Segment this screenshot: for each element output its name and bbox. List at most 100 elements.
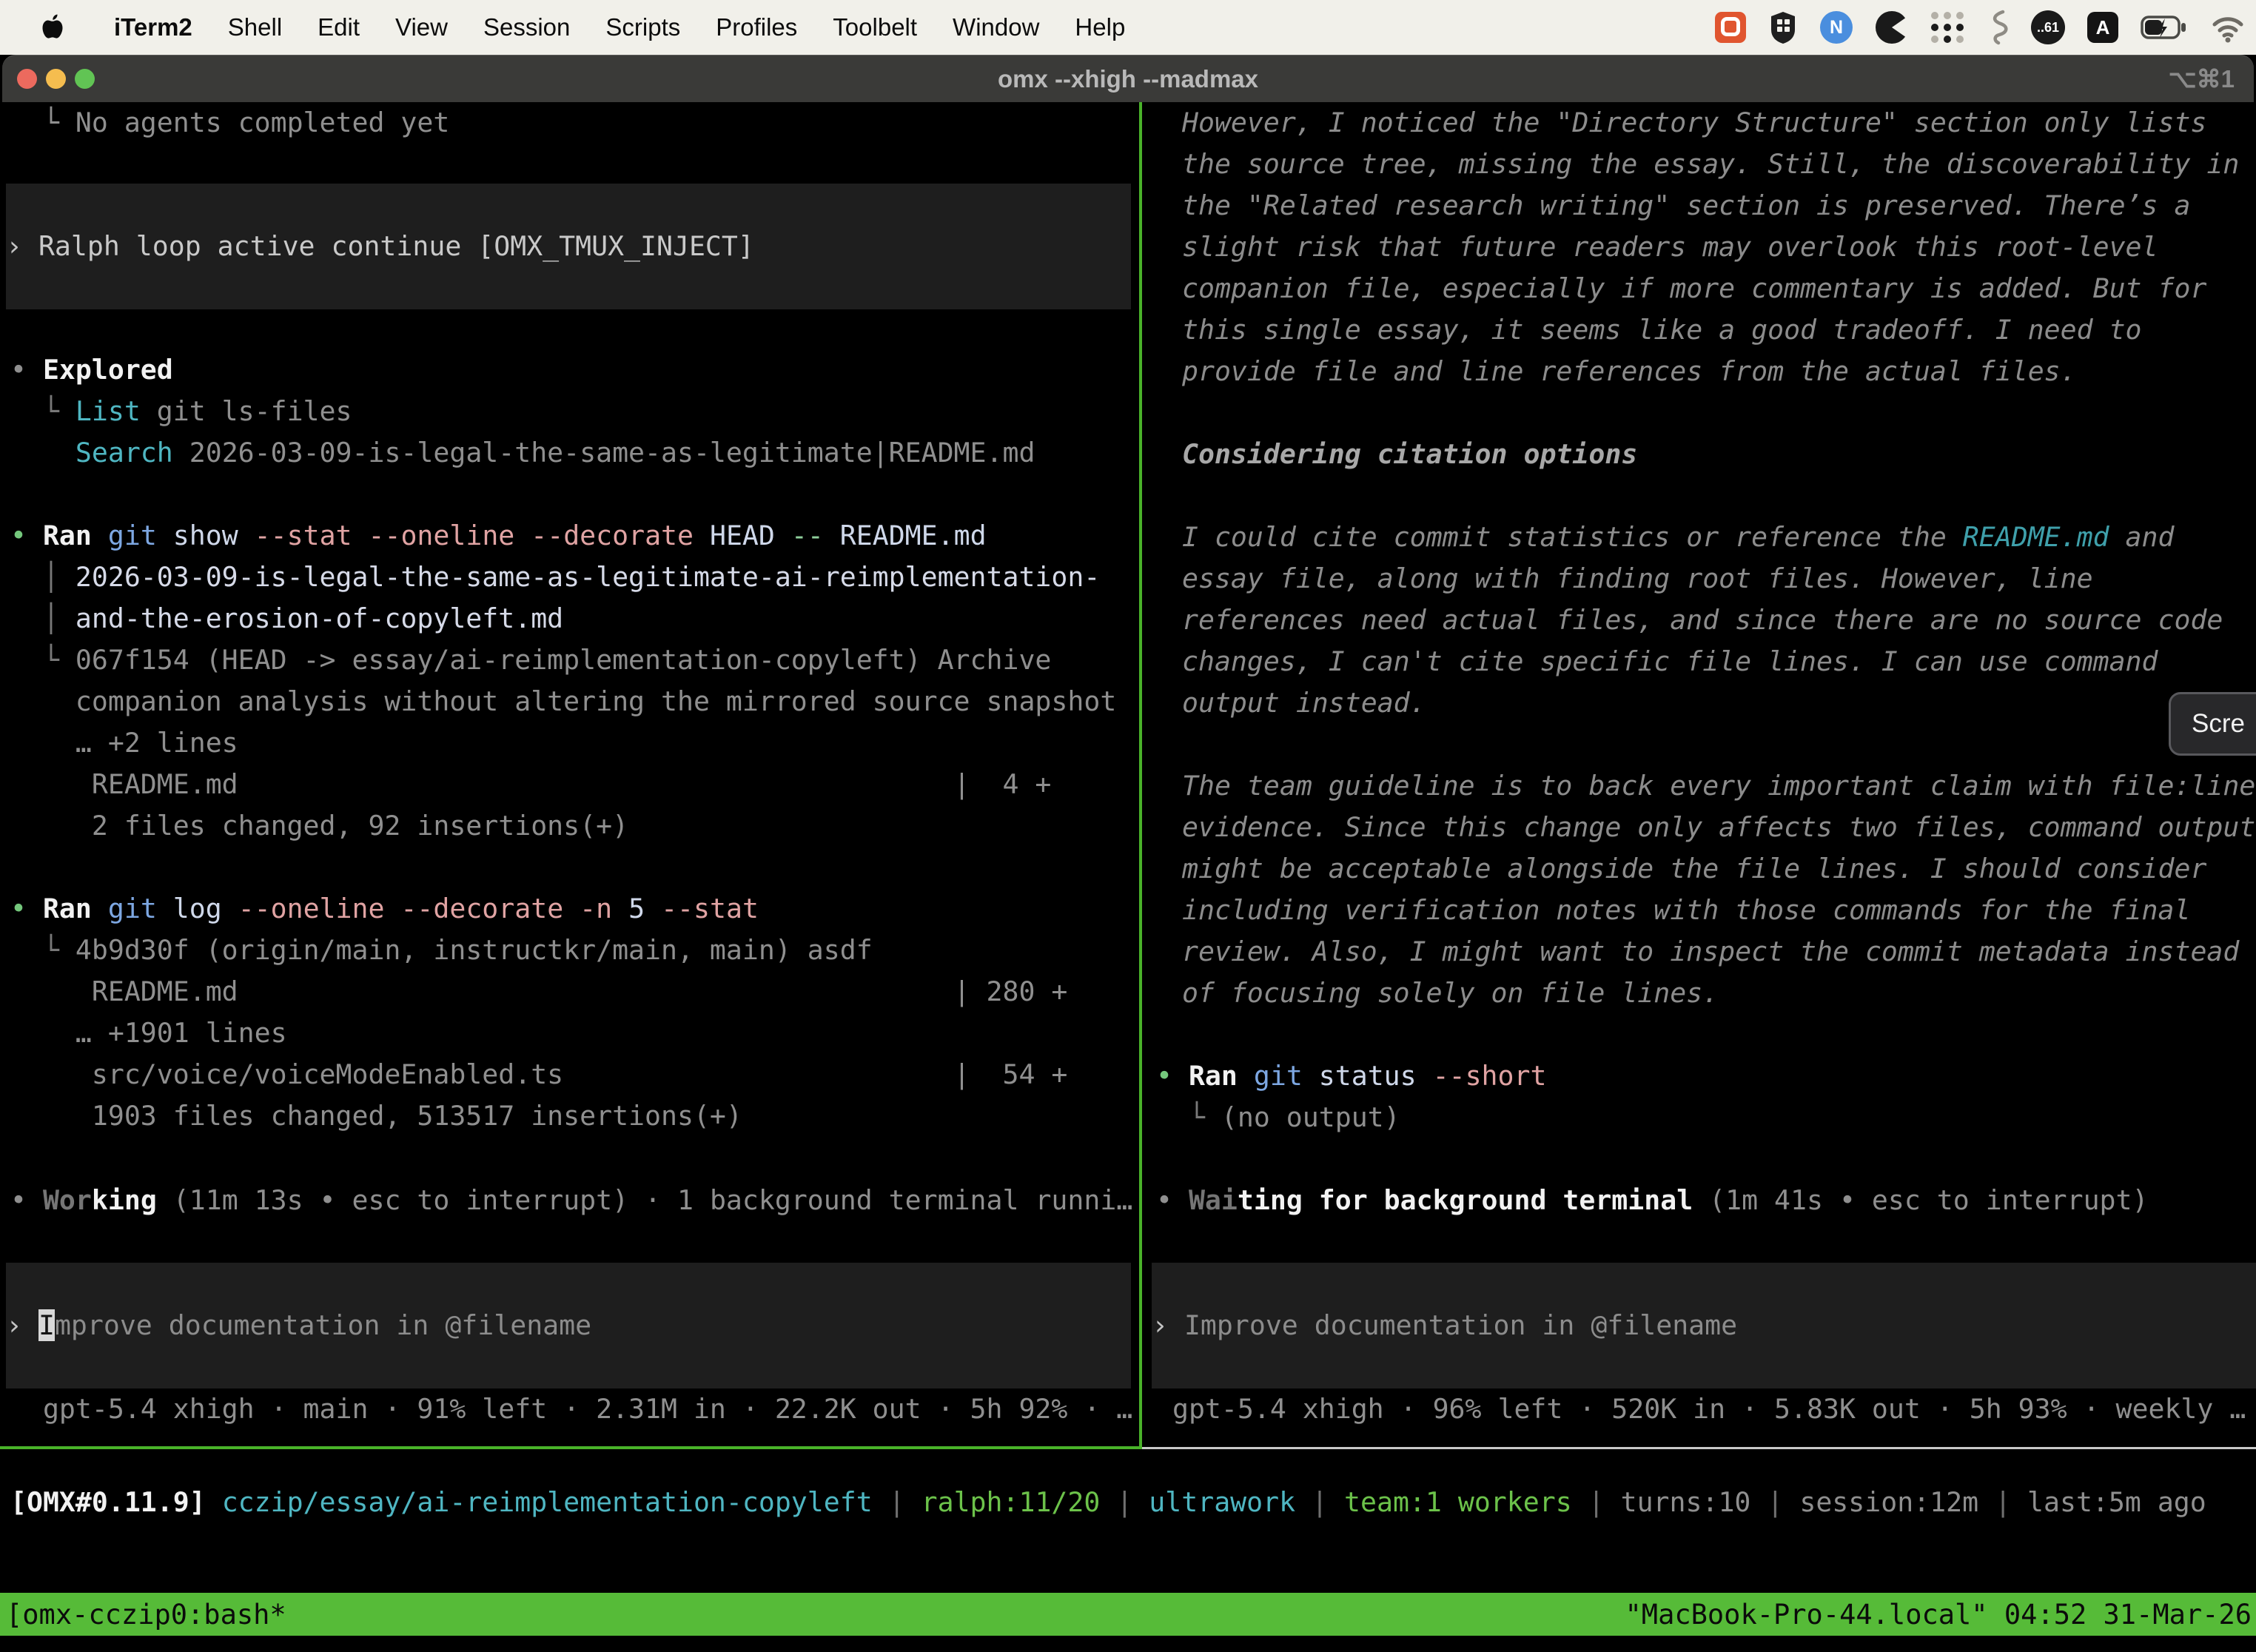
left-pane-bottom-border: [0, 1446, 1142, 1449]
text-segment: Wor: [43, 1184, 92, 1216]
text-segment: │: [10, 561, 75, 593]
text-segment: [92, 520, 108, 551]
text-segment: this single essay, it seems like a good …: [1182, 314, 2142, 346]
battery-icon[interactable]: [2141, 9, 2188, 46]
text-segment: output instead.: [1182, 687, 1426, 719]
text-segment: [OMX#0.11.9]: [10, 1486, 206, 1518]
terminal-line: including verification notes with those …: [1156, 890, 2256, 931]
text-segment: git: [1254, 1060, 1303, 1092]
text-segment: |: [1978, 1486, 2027, 1518]
macos-menu-bar: iTerm2ShellEditViewSessionScriptsProfile…: [0, 0, 2256, 55]
text-segment: (11m 13s • esc to interrupt) · 1 backgro…: [157, 1184, 1133, 1216]
menu-item-session[interactable]: Session: [466, 13, 588, 41]
text-segment: |: [873, 1486, 921, 1518]
terminal-line: • Ran git status --short: [1156, 1055, 2256, 1097]
wifi-icon[interactable]: [2210, 9, 2246, 46]
prompt-input-line[interactable]: › Ralph loop active continue [OMX_TMUX_I…: [6, 226, 1131, 267]
prompt-input-box[interactable]: › Improve documentation in @filename: [6, 1263, 1131, 1389]
text-segment: Wai: [1189, 1184, 1238, 1216]
text-segment: List: [75, 395, 141, 427]
text-segment: the source tree, missing the essay. Stil…: [1182, 148, 2239, 180]
pane-divider[interactable]: [1139, 102, 1142, 1449]
text-segment: •: [10, 520, 43, 551]
prompt-input-box[interactable]: › Improve documentation in @filename: [1152, 1263, 2256, 1389]
text-segment: Search: [75, 437, 173, 469]
right-terminal-pane[interactable]: However, I noticed the "Directory Struct…: [1156, 102, 2256, 1430]
chat-app-icon[interactable]: [1715, 9, 1746, 46]
text-segment: --stat: [645, 893, 759, 924]
prompt-input-box[interactable]: › Ralph loop active continue [OMX_TMUX_I…: [6, 184, 1131, 309]
left-terminal-pane[interactable]: └ No agents completed yet› Ralph loop ac…: [10, 102, 1129, 1430]
shield-app-icon[interactable]: [1768, 9, 1798, 46]
text-segment: 067f154 (HEAD -> essay/ai-reimplementati…: [75, 644, 1052, 676]
text-segment: ›: [6, 230, 38, 262]
menu-item-scripts[interactable]: Scripts: [588, 13, 698, 41]
badge-app-icon[interactable]: N: [1820, 9, 1853, 46]
spacer: [1156, 392, 1164, 434]
tmux-host-clock: "MacBook-Pro-44.local" 04:52 31-Mar-26: [1625, 1599, 2252, 1631]
menu-item-toolbelt[interactable]: Toolbelt: [815, 13, 935, 41]
text-segment: ›: [6, 1309, 38, 1341]
text-segment: --short: [1433, 1060, 1547, 1092]
terminal-line: Search 2026-03-09-is-legal-the-same-as-l…: [10, 432, 1129, 474]
text-segment: └: [10, 934, 75, 966]
text-segment: log: [157, 893, 238, 924]
text-segment: 2 files changed, 92 insertions(+): [10, 810, 628, 842]
terminal-line: │ and-the-erosion-of-copyleft.md: [10, 598, 1129, 639]
text-segment: •: [10, 354, 43, 386]
text-segment: companion analysis without altering the …: [10, 685, 1116, 717]
text-segment: Explored: [43, 354, 173, 386]
spacer: [1156, 1221, 1164, 1263]
terminal-line: • Waiting for background terminal (1m 41…: [1156, 1180, 2256, 1221]
hook-app-icon[interactable]: [1987, 9, 2009, 46]
tmux-window-label[interactable]: [omx-cczip0:bash*: [6, 1599, 286, 1631]
wedge-app-icon[interactable]: [1875, 9, 1909, 46]
terminal-line: README.md | 280 +: [10, 971, 1129, 1013]
screen-share-pill[interactable]: Scre: [2169, 692, 2256, 756]
apple-menu-icon[interactable]: [41, 13, 64, 41]
text-segment: ultrawork: [1149, 1486, 1295, 1518]
badge-letter: N: [1820, 11, 1853, 44]
terminal-line: gpt-5.4 xhigh · 96% left · 520K in · 5.8…: [1156, 1389, 2256, 1430]
text-segment: Ran: [43, 520, 92, 551]
text-segment: provide file and line references from th…: [1182, 355, 2077, 387]
terminal-line: the source tree, missing the essay. Stil…: [1156, 144, 2256, 185]
text-segment: … +2 lines: [10, 727, 238, 759]
terminal-line: • Explored: [10, 349, 1129, 391]
text-segment: evidence. Since this change only affects…: [1182, 811, 2255, 843]
text-segment: |: [1100, 1486, 1149, 1518]
prompt-input-line[interactable]: › Improve documentation in @filename: [6, 1305, 1131, 1346]
menu-item-help[interactable]: Help: [1057, 13, 1143, 41]
terminal-line: the "Related research writing" section i…: [1156, 185, 2256, 226]
terminal-line: └ 067f154 (HEAD -> essay/ai-reimplementa…: [10, 639, 1129, 681]
text-segment: git: [108, 520, 157, 551]
keyboard-layout-icon[interactable]: A: [2087, 9, 2118, 46]
text-segment: companion file, especially if more comme…: [1182, 272, 2206, 304]
text-segment: └ No agents completed yet: [10, 107, 449, 138]
spacer: [1156, 1138, 1164, 1180]
prompt-input-line[interactable]: › Improve documentation in @filename: [1152, 1305, 2256, 1346]
menu-item-edit[interactable]: Edit: [300, 13, 377, 41]
menu-item-window[interactable]: Window: [935, 13, 1057, 41]
menu-item-view[interactable]: View: [377, 13, 466, 41]
menu-item-profiles[interactable]: Profiles: [698, 13, 815, 41]
text-segment: turns:10: [1621, 1486, 1751, 1518]
spacer: [10, 1221, 18, 1263]
text-segment: cczip/essay/ai-reimplementation-copyleft: [222, 1486, 873, 1518]
terminal-line: companion analysis without altering the …: [10, 681, 1129, 722]
terminal-line: └ List git ls-files: [10, 391, 1129, 432]
text-segment: last:5m ago: [2027, 1486, 2206, 1518]
spacer: [10, 847, 18, 888]
text-segment: [10, 437, 75, 469]
menu-item-shell[interactable]: Shell: [210, 13, 300, 41]
text-segment: and-the-erosion-of-copyleft.md: [75, 602, 563, 634]
text-segment: └: [10, 395, 75, 427]
text-segment: slight risk that future readers may over…: [1182, 231, 2158, 263]
menu-item-iterm2[interactable]: iTerm2: [96, 13, 210, 41]
text-segment: show: [157, 520, 255, 551]
terminal-line: companion file, especially if more comme…: [1156, 268, 2256, 309]
counter-app-icon[interactable]: ..61: [2031, 9, 2065, 46]
terminal-line: slight risk that future readers may over…: [1156, 226, 2256, 268]
dots-grid-icon[interactable]: [1931, 9, 1964, 46]
text-segment: of focusing solely on file lines.: [1182, 977, 1719, 1009]
